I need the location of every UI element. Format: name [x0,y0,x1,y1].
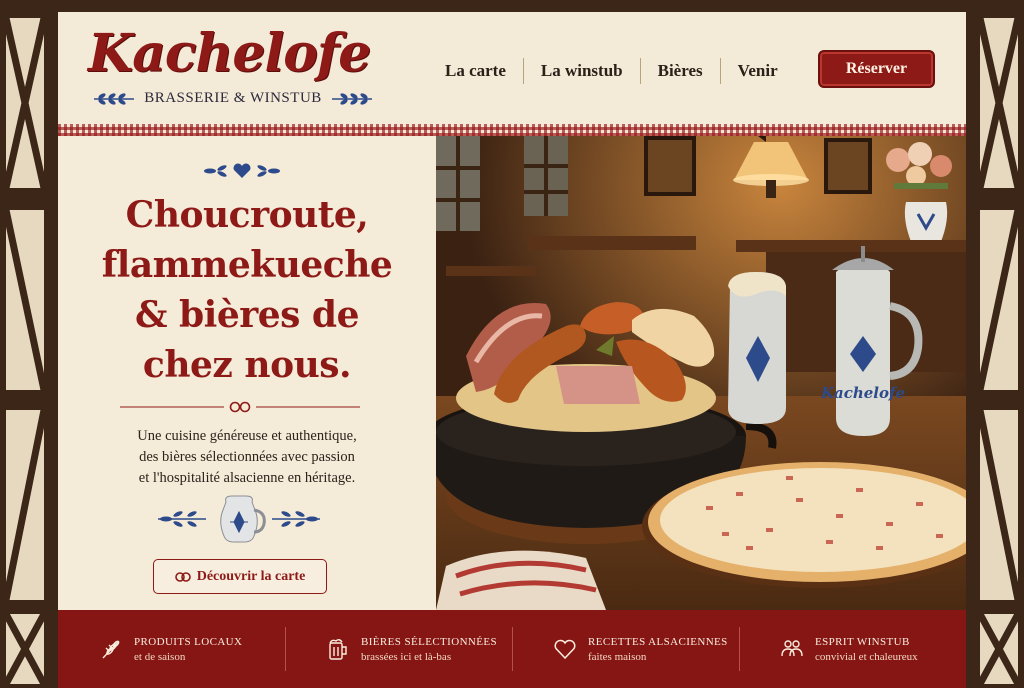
intro-line: Une cuisine généreuse et authentique, [137,428,357,444]
intro-line: et l'hospitalité alsacienne en héritage. [138,470,356,486]
nav-item-venir[interactable]: Venir [721,61,795,81]
brand-tagline: BRASSERIE & WINSTUB [144,90,322,106]
feature-item: RECETTES ALSACIENNES faites maison [512,627,739,671]
people-icon [781,640,803,657]
feature-title: RECETTES ALSACIENNES [588,635,728,648]
top-timber-beam [0,0,1024,12]
headline-line: flammekueche [101,244,393,286]
gingham-border [58,124,966,136]
jug-brand-text: Kachelofe [820,384,905,402]
brand-tagline-row: BRASSERIE & WINSTUB [88,90,378,107]
hero-text-panel: Choucroute, flammekueche & bières de che… [58,136,436,610]
feature-subtitle: faites maison [588,650,647,663]
pretzel-divider-icon [120,401,360,413]
headline-line: Choucroute, [125,194,369,236]
feature-text: PRODUITS LOCAUX et de saison [134,636,242,663]
brand-logo[interactable]: Kachelofe BRASSERIE & WINSTUB [88,23,378,106]
nav-item-la-carte[interactable]: La carte [428,61,523,81]
feature-title: BIÈRES SÉLECTIONNÉES [361,635,498,648]
pretzel-icon [174,571,191,582]
heart-icon [554,639,576,660]
feature-subtitle: convivial et chaleureux [815,650,918,663]
left-timber-frame [0,0,58,688]
site-header: Kachelofe BRASSERIE & WINSTUB La carte L… [58,12,966,124]
headline-line: chez nous. [142,344,352,386]
sprig-left-icon [94,92,135,105]
features-band: PRODUITS LOCAUX et de saison BIÈRES SÉLE… [58,610,966,688]
discover-menu-label: Découvrir la carte [196,568,306,584]
headline-line: & bières de [134,294,360,336]
intro-line: des bières sélectionnées avec passion [139,449,355,465]
brand-name: Kachelofe [88,23,371,84]
hero-photo: Kachelofe [436,136,966,610]
feature-text: BIÈRES SÉLECTIONNÉES brassées ici et là-… [361,636,497,663]
feature-item: ESPRIT WINSTUB convivial et chaleureux [739,627,966,671]
feature-subtitle: et de saison [134,650,186,663]
nav-item-bieres[interactable]: Bières [641,61,720,81]
feature-subtitle: brassées ici et là-bas [361,650,452,663]
feature-text: ESPRIT WINSTUB convivial et chaleureux [815,636,918,663]
heart-ornament-icon [204,163,280,178]
reserve-button[interactable]: Réserver [818,50,935,88]
feature-title: PRODUITS LOCAUX [134,635,243,648]
wheat-icon [102,640,120,659]
feature-item: PRODUITS LOCAUX et de saison [58,627,285,671]
sprig-right-icon [331,92,372,105]
beer-mug-icon [329,639,347,660]
feature-title: ESPRIT WINSTUB [815,635,910,648]
discover-menu-button[interactable]: Découvrir la carte [153,559,327,594]
hero-intro: Une cuisine généreuse et authentique, de… [82,426,412,489]
right-timber-frame [966,0,1024,688]
feature-text: RECETTES ALSACIENNES faites maison [588,636,728,663]
hero-headline: Choucroute, flammekueche & bières de che… [68,190,426,390]
nav-item-la-winstub[interactable]: La winstub [524,61,640,81]
food-photo-illustration: Kachelofe [436,136,966,610]
stoneware-jug-icon [158,495,320,543]
feature-item: BIÈRES SÉLECTIONNÉES brassées ici et là-… [285,627,512,671]
page: Kachelofe BRASSERIE & WINSTUB La carte L… [58,12,966,688]
main-nav: La carte La winstub Bières Venir [428,58,795,84]
